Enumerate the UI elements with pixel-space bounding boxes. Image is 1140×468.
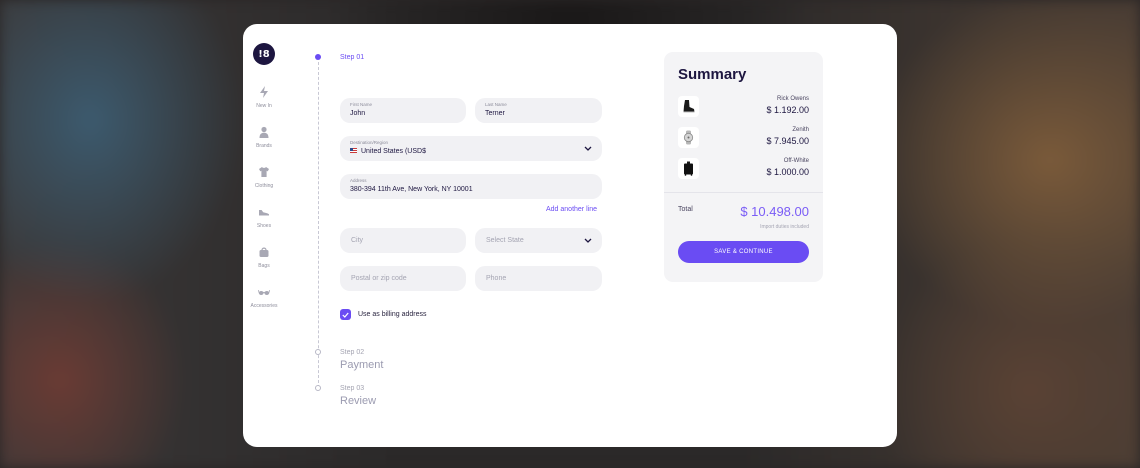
billing-checkbox[interactable] — [340, 309, 351, 320]
person-icon — [259, 126, 269, 138]
sidebar-item-new-in[interactable]: New In — [243, 86, 285, 126]
shoe-icon — [259, 210, 269, 216]
bag-icon — [259, 247, 269, 257]
sidebar-item-brands[interactable]: Brands — [243, 126, 285, 166]
sidebar-item-accessories[interactable]: Accessories — [243, 286, 285, 326]
product-thumbnail — [678, 96, 699, 117]
first-name-field[interactable]: First Name John — [340, 98, 466, 123]
sidebar-item-label: New In — [256, 103, 272, 109]
step2-label: Step 02 — [340, 349, 365, 356]
step2-title[interactable]: Payment — [340, 359, 383, 371]
product-thumbnail — [678, 158, 699, 179]
city-input[interactable]: City — [340, 228, 466, 253]
suitcase-icon — [684, 161, 693, 176]
first-name-value: John — [350, 110, 366, 117]
chevron-down-icon — [584, 146, 592, 151]
item-price: $ 1.000.00 — [766, 167, 809, 177]
step1-label: Step 01 — [340, 54, 365, 61]
sidebar-item-label: Accessories — [250, 303, 278, 309]
step3-label: Step 03 — [340, 385, 365, 392]
us-flag-icon — [350, 148, 357, 153]
sidebar-item-label: Bags — [258, 263, 270, 269]
city-placeholder: City — [351, 237, 364, 244]
item-brand: Zenith — [792, 127, 809, 133]
summary-item[interactable]: Zenith $ 7.945.00 — [678, 127, 809, 149]
summary-item[interactable]: Rick Owens $ 1.192.00 — [678, 96, 809, 118]
destination-select[interactable]: Destination/Region United States (USD$ — [340, 136, 602, 161]
state-placeholder: Select State — [486, 237, 524, 244]
destination-value-wrap: United States (USD$ — [350, 148, 426, 155]
check-icon — [342, 312, 349, 318]
step3-indicator — [315, 385, 321, 391]
sidebar-item-bags[interactable]: Bags — [243, 246, 285, 286]
sidebar-item-label: Clothing — [254, 183, 274, 189]
order-summary: Summary Rick Owens $ 1.192.00 Zenith $ 7… — [664, 52, 823, 282]
checkout-card: !8 New In Brands Clothing Shoes Bags Acc… — [243, 24, 897, 447]
phone-placeholder: Phone — [486, 275, 507, 282]
last-name-label: Last Name — [485, 102, 507, 107]
brand-logo[interactable]: !8 — [253, 43, 275, 65]
summary-title: Summary — [678, 66, 747, 83]
summary-item[interactable]: Off-White $ 1.000.00 — [678, 158, 809, 180]
address-label: Address — [350, 178, 367, 183]
sidebar-item-shoes[interactable]: Shoes — [243, 206, 285, 246]
billing-checkbox-label[interactable]: Use as billing address — [358, 311, 426, 318]
glasses-icon — [258, 289, 270, 295]
last-name-value: Terner — [485, 110, 505, 117]
chevron-down-icon — [584, 238, 592, 243]
postal-code-input[interactable]: Postal or zip code — [340, 266, 466, 291]
sidebar-item-label: Shoes — [256, 223, 272, 229]
watch-icon — [683, 130, 694, 145]
sidebar-item-clothing[interactable]: Clothing — [243, 166, 285, 206]
duties-note: Import duties included — [760, 224, 809, 230]
item-price: $ 7.945.00 — [766, 136, 809, 146]
state-select[interactable]: Select State — [475, 228, 602, 253]
step2-indicator — [315, 349, 321, 355]
sidebar-item-label: Brands — [256, 143, 272, 149]
step3-title[interactable]: Review — [340, 395, 376, 407]
product-thumbnail — [678, 127, 699, 148]
destination-label: Destination/Region — [350, 140, 389, 145]
step1-indicator — [315, 54, 321, 60]
last-name-field[interactable]: Last Name Terner — [475, 98, 602, 123]
sidebar-nav: New In Brands Clothing Shoes Bags Access… — [243, 86, 285, 326]
item-brand: Off-White — [783, 158, 809, 164]
summary-divider — [664, 192, 823, 193]
stepper-line — [318, 62, 319, 388]
first-name-label: First Name — [350, 102, 373, 107]
postal-placeholder: Postal or zip code — [351, 275, 407, 282]
total-label: Total — [678, 206, 693, 213]
address-value: 380-394 11th Ave, New York, NY 10001 — [350, 186, 473, 193]
address-field[interactable]: Address 380-394 11th Ave, New York, NY 1… — [340, 174, 602, 199]
save-continue-button[interactable]: SAVE & CONTINUE — [678, 241, 809, 263]
phone-input[interactable]: Phone — [475, 266, 602, 291]
tshirt-icon — [259, 167, 269, 177]
bolt-icon — [260, 86, 268, 98]
item-brand: Rick Owens — [776, 96, 809, 102]
destination-value: United States (USD$ — [361, 148, 426, 155]
boot-icon — [683, 100, 695, 113]
item-price: $ 1.192.00 — [766, 105, 809, 115]
add-another-line-link[interactable]: Add another line — [546, 206, 597, 213]
total-value: $ 10.498.00 — [740, 204, 809, 219]
